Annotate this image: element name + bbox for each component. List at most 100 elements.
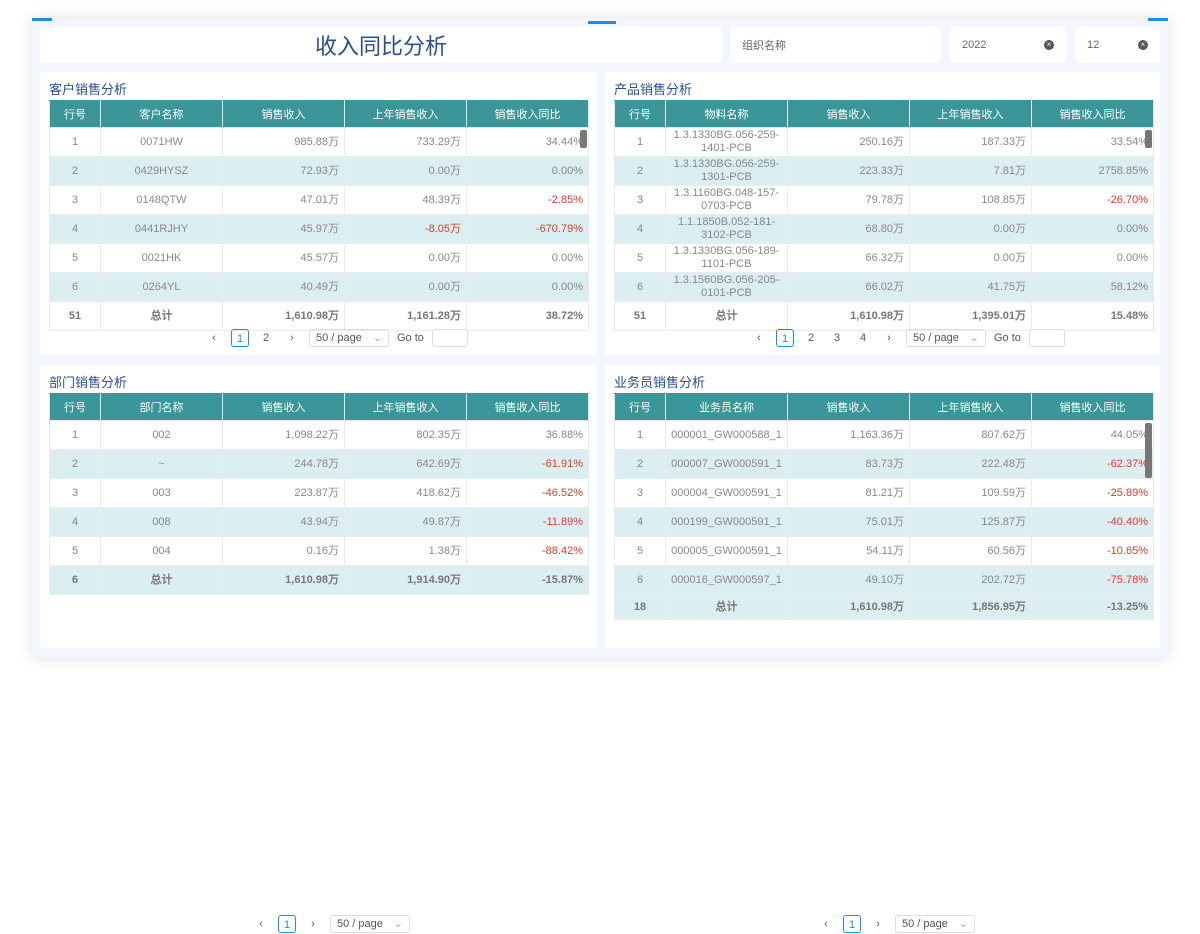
page-1[interactable]: 1	[231, 329, 249, 347]
col-name-header[interactable]: 部门名称	[100, 393, 223, 421]
page-size-select[interactable]: 50 / page ⌄	[309, 329, 389, 347]
page-4[interactable]: 4	[854, 329, 872, 347]
table-row[interactable]: 4 1.1.1850B.052-181-3102-PCB 68.80万 0.00万 0.…	[614, 214, 1154, 244]
scrollbar-thumb[interactable]	[1145, 130, 1152, 148]
prev-page-icon[interactable]: ‹	[817, 915, 835, 933]
scrollbar-thumb[interactable]	[580, 130, 587, 148]
table-row[interactable]: 1 000001_GW000588_1 1,163.36万 807.62万 44.05%	[614, 420, 1154, 450]
table-row[interactable]: 4 008 43.94万 49.87万 -11.89%	[49, 507, 589, 537]
table-row[interactable]: 4 000199_GW000591_1 75.01万 125.87万 -40.40%	[614, 507, 1154, 537]
page-size-value: 50 / page	[337, 918, 383, 930]
col-yoy-header[interactable]: 销售收入同比	[466, 393, 589, 421]
last-year-sales-cell: 0.00万	[344, 272, 467, 302]
month-filter[interactable]: 12 ×	[1075, 27, 1160, 63]
page-size-select[interactable]: 50 / page ⌄	[906, 329, 986, 347]
table-row[interactable]: 5 000005_GW000591_1 54.11万 60.56万 -10.65%	[614, 536, 1154, 566]
table-row[interactable]: 6 1.3.1560BG.056-205-0101-PCB 66.02万 41.75万…	[614, 272, 1154, 302]
last-year-sales-cell: -8.05万	[344, 214, 467, 244]
prev-page-icon[interactable]: ‹	[205, 329, 223, 347]
col-yoy-header[interactable]: 销售收入同比	[1031, 393, 1154, 421]
clear-icon[interactable]: ×	[1138, 40, 1148, 50]
page-size-select[interactable]: 50 / page ⌄	[895, 915, 975, 933]
col-sales-header[interactable]: 销售收入	[787, 393, 910, 421]
next-page-icon[interactable]: ›	[880, 329, 898, 347]
total-row[interactable]: 51 总计 1,610.98万 1,161.28万 38.72%	[49, 301, 589, 331]
col-row-number-header[interactable]: 行号	[614, 393, 666, 421]
last-year-sales-cell: 1,856.95万	[909, 594, 1032, 620]
row-number: 51	[49, 301, 101, 331]
data-table: 行号 客户名称 销售收入 上年销售收入 销售收入同比 1 0071HW 985.88万 733.…	[49, 100, 589, 331]
chevron-down-icon: ⌄	[958, 918, 968, 930]
page-2[interactable]: 2	[257, 329, 275, 347]
col-yoy-header[interactable]: 销售收入同比	[1031, 100, 1154, 128]
col-last-year-sales-header[interactable]: 上年销售收入	[344, 393, 467, 421]
total-row[interactable]: 51 总计 1,610.98万 1,395.01万 15.48%	[614, 301, 1154, 331]
table-row[interactable]: 1 002 1,098.22万 802.35万 36.88%	[49, 420, 589, 450]
col-yoy-header[interactable]: 销售收入同比	[466, 100, 589, 128]
table-row[interactable]: 3 1.3.1160BG.048-157-0703-PCB 79.78万 108.85…	[614, 185, 1154, 215]
product-sales-panel: 产品销售分析 行号 物料名称 销售收入 上年销售收入 销售收入同比 1 1.3.1330BG.…	[605, 72, 1160, 355]
col-row-number-header[interactable]: 行号	[614, 100, 666, 128]
yoy-cell: 2758.85%	[1031, 156, 1154, 186]
next-page-icon[interactable]: ›	[869, 915, 887, 933]
page-1[interactable]: 1	[843, 915, 861, 933]
col-sales-header[interactable]: 销售收入	[222, 393, 345, 421]
col-row-number-header[interactable]: 行号	[49, 100, 101, 128]
total-row[interactable]: 6 总计 1,610.98万 1,914.90万 -15.87%	[49, 565, 589, 595]
table-row[interactable]: 3 000004_GW000591_1 81.21万 109.59万 -25.89%	[614, 478, 1154, 508]
page-1[interactable]: 1	[776, 329, 794, 347]
table-row[interactable]: 2 1.3.1330BG.056-259-1301-PCB 223.33万 7.81万…	[614, 156, 1154, 186]
total-row[interactable]: 18 总计 1,610.98万 1,856.95万 -13.25%	[614, 594, 1154, 620]
table-row[interactable]: 6 0264YL 40.49万 0.00万 0.00%	[49, 272, 589, 302]
table-row[interactable]: 3 003 223.87万 418.62万 -46.52%	[49, 478, 589, 508]
table-row[interactable]: 2 ~244.78万 642.69万 -61.91%	[49, 449, 589, 479]
last-year-sales-cell: 0.00万	[344, 243, 467, 273]
clear-icon[interactable]: ×	[1044, 40, 1054, 50]
table-row[interactable]: 6 000016_GW000597_1 49.10万 202.72万 -75.78%	[614, 565, 1154, 595]
table-row[interactable]: 1 0071HW 985.88万 733.29万 34.44%	[49, 127, 589, 157]
table-row[interactable]: 5 1.3.1330BG.056-189-1101-PCB 66.32万 0.00万 0…	[614, 243, 1154, 273]
next-page-icon[interactable]: ›	[304, 915, 322, 933]
col-row-number-header[interactable]: 行号	[49, 393, 101, 421]
col-last-year-sales-header[interactable]: 上年销售收入	[909, 100, 1032, 128]
org-filter[interactable]: 组织名称	[730, 27, 941, 63]
table-row[interactable]: 4 0441RJHY 45.97万 -8.05万 -670.79%	[49, 214, 589, 244]
col-sales-header[interactable]: 销售收入	[787, 100, 910, 128]
data-table: 行号 业务员名称 销售收入 上年销售收入 销售收入同比 1 000001_GW000588_…	[614, 393, 1154, 620]
table-row[interactable]: 5 0021HK 45.57万 0.00万 0.00%	[49, 243, 589, 273]
goto-input[interactable]	[1028, 329, 1065, 347]
goto-input[interactable]	[431, 329, 468, 347]
col-name-header[interactable]: 业务员名称	[665, 393, 788, 421]
table-row[interactable]: 5 004 0.16万 1.38万 -88.42%	[49, 536, 589, 566]
resize-handle[interactable]	[588, 21, 616, 24]
name-cell: 004	[100, 536, 223, 566]
scrollbar-thumb[interactable]	[1145, 423, 1152, 478]
resize-handle[interactable]	[1148, 18, 1168, 21]
sales-cell: 1,610.98万	[787, 301, 910, 331]
page-2[interactable]: 2	[802, 329, 820, 347]
col-last-year-sales-header[interactable]: 上年销售收入	[909, 393, 1032, 421]
table-row[interactable]: 2 0429HYSZ 72.93万 0.00万 0.00%	[49, 156, 589, 186]
table-row[interactable]: 1 1.3.1330BG.056-259-1401-PCB 250.16万 187.3…	[614, 127, 1154, 157]
page-3[interactable]: 3	[828, 329, 846, 347]
prev-page-icon[interactable]: ‹	[252, 915, 270, 933]
page-size-select[interactable]: 50 / page ⌄	[330, 915, 410, 933]
table-row[interactable]: 2 000007_GW000591_1 83.73万 222.48万 -62.37%	[614, 449, 1154, 479]
page-1[interactable]: 1	[278, 915, 296, 933]
sales-cell: 49.10万	[787, 565, 910, 595]
last-year-sales-cell: 1.38万	[344, 536, 467, 566]
resize-handle[interactable]	[32, 18, 52, 21]
next-page-icon[interactable]: ›	[283, 329, 301, 347]
last-year-sales-cell: 0.00万	[909, 214, 1032, 244]
col-name-header[interactable]: 客户名称	[100, 100, 223, 128]
col-last-year-sales-header[interactable]: 上年销售收入	[344, 100, 467, 128]
col-sales-header[interactable]: 销售收入	[222, 100, 345, 128]
year-filter[interactable]: 2022 ×	[950, 27, 1066, 63]
yoy-cell: -15.87%	[466, 565, 589, 595]
sales-cell: 47.01万	[222, 185, 345, 215]
table-row[interactable]: 3 0148QTW 47.01万 48.39万 -2.85%	[49, 185, 589, 215]
prev-page-icon[interactable]: ‹	[750, 329, 768, 347]
last-year-sales-cell: 0.00万	[909, 243, 1032, 273]
name-cell: 000004_GW000591_1	[665, 478, 788, 508]
col-name-header[interactable]: 物料名称	[665, 100, 788, 128]
